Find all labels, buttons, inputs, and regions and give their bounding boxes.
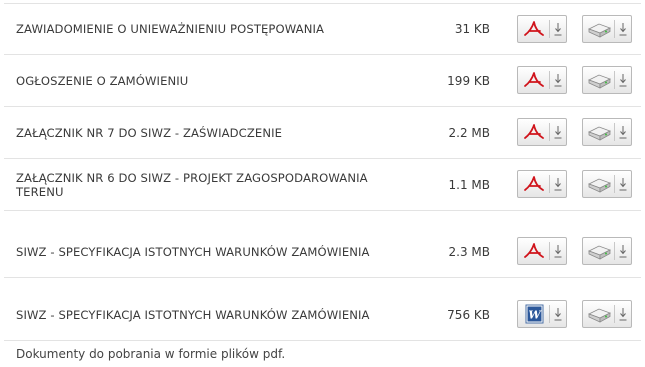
footer-note: Dokumenty do pobrania w formie plików pd… (16, 347, 286, 361)
download-pdf-button[interactable] (517, 118, 567, 146)
download-arrow-icon (554, 308, 562, 321)
disk-drive-icon (587, 126, 612, 141)
disk-drive-icon (587, 308, 612, 323)
download-word-button[interactable]: W (517, 300, 567, 328)
document-row: SIWZ - SPECYFIKACJA ISTOTNYCH WARUNKÓW Z… (4, 289, 641, 341)
document-name: OGŁOSZENIE O ZAMÓWIENIU (16, 73, 189, 88)
document-size: 199 KB (447, 73, 490, 88)
svg-text:W: W (528, 309, 542, 322)
document-size: 1.1 MB (448, 177, 490, 192)
document-size: 2.3 MB (448, 244, 490, 259)
download-arrow-icon (619, 74, 627, 87)
download-arrow-icon (619, 245, 627, 258)
pdf-icon (524, 243, 544, 258)
disk-drive-icon (587, 23, 612, 38)
download-arrow-icon (619, 178, 627, 191)
download-arrow-icon (554, 74, 562, 87)
document-size: 31 KB (454, 22, 490, 36)
document-row: SIWZ - SPECYFIKACJA ISTOTNYCH WARUNKÓW Z… (4, 226, 641, 278)
download-arrow-icon (619, 126, 627, 139)
save-to-disk-button[interactable] (582, 237, 632, 265)
pdf-icon (524, 72, 544, 87)
document-size: 2.2 MB (448, 125, 490, 140)
word-icon: W (525, 304, 544, 324)
download-pdf-button[interactable] (517, 237, 567, 265)
save-to-disk-button[interactable] (582, 15, 632, 43)
document-name: SIWZ - SPECYFIKACJA ISTOTNYCH WARUNKÓW Z… (16, 244, 370, 259)
download-arrow-icon (619, 308, 627, 321)
download-pdf-button[interactable] (517, 170, 567, 198)
document-row: ZAŁĄCZNIK NR 7 DO SIWZ - ZAŚWIADCZENIE 2… (4, 107, 641, 159)
save-to-disk-button[interactable] (582, 66, 632, 94)
save-to-disk-button[interactable] (582, 118, 632, 146)
save-to-disk-button[interactable] (582, 300, 632, 328)
document-name: ZAŁĄCZNIK NR 7 DO SIWZ - ZAŚWIADCZENIE (16, 125, 283, 140)
disk-drive-icon (587, 178, 612, 193)
disk-drive-icon (587, 245, 612, 260)
document-row: OGŁOSZENIE O ZAMÓWIENIU 199 KB (4, 55, 641, 107)
download-pdf-button[interactable] (517, 15, 567, 43)
download-pdf-button[interactable] (517, 66, 567, 94)
document-name: ZAWIADOMIENIE O UNIEWAŻNIENIU POSTĘPOWAN… (16, 22, 325, 36)
pdf-icon (524, 176, 544, 191)
disk-drive-icon (587, 74, 612, 89)
download-arrow-icon (554, 178, 562, 191)
document-row: ZAŁĄCZNIK NR 6 DO SIWZ - PROJEKT ZAGOSPO… (4, 159, 641, 211)
save-to-disk-button[interactable] (582, 170, 632, 198)
download-arrow-icon (554, 126, 562, 139)
document-size: 756 KB (447, 307, 490, 322)
document-row: ZAWIADOMIENIE O UNIEWAŻNIENIU POSTĘPOWAN… (4, 3, 641, 55)
pdf-icon (524, 124, 544, 139)
download-arrow-icon (619, 23, 627, 36)
document-name: ZAŁĄCZNIK NR 6 DO SIWZ - PROJEKT ZAGOSPO… (16, 170, 368, 199)
document-name: SIWZ - SPECYFIKACJA ISTOTNYCH WARUNKÓW Z… (16, 307, 370, 322)
download-arrow-icon (554, 23, 562, 36)
pdf-icon (524, 21, 544, 36)
download-arrow-icon (554, 245, 562, 258)
